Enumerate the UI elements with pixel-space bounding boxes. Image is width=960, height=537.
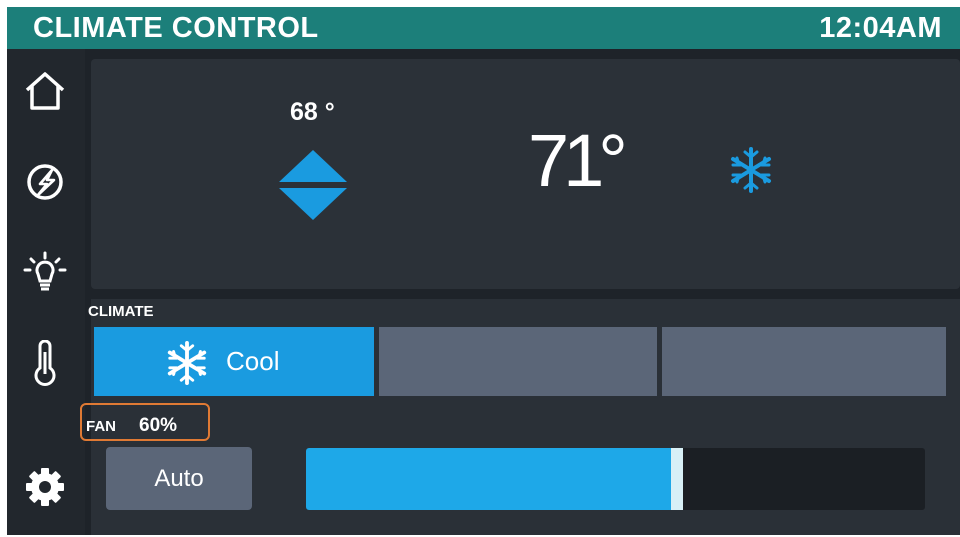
cool-mode-button[interactable]: Cool <box>94 327 374 396</box>
setpoint-up-arrow-icon[interactable] <box>279 150 347 182</box>
fan-auto-button[interactable]: Auto <box>106 447 252 510</box>
fan-speed-fill <box>306 448 677 510</box>
clock: 12:04AM <box>819 12 942 44</box>
mode-button-2[interactable] <box>379 327 657 396</box>
gear-icon <box>26 468 64 506</box>
cool-mode-label: Cool <box>226 346 280 376</box>
sidebar-item-climate[interactable] <box>17 335 73 391</box>
page-title: CLIMATE CONTROL <box>33 12 319 44</box>
climate-section-label: CLIMATE <box>88 303 154 320</box>
snowflake-icon <box>167 340 207 386</box>
snowflake-icon <box>731 147 771 193</box>
setpoint-down-arrow-icon[interactable] <box>279 188 347 220</box>
thermometer-icon <box>34 340 56 386</box>
sidebar-item-settings[interactable] <box>17 459 73 515</box>
current-temperature: 71° <box>528 119 628 202</box>
fan-value: 60% <box>139 415 178 436</box>
fan-label: FAN <box>86 418 116 435</box>
sidebar <box>7 49 85 535</box>
sidebar-item-lighting[interactable] <box>17 245 73 301</box>
mode-button-3[interactable] <box>662 327 946 396</box>
thermostat-panel <box>91 59 960 289</box>
home-icon <box>25 72 65 110</box>
fan-speed-handle[interactable] <box>671 448 683 510</box>
lightning-icon <box>27 164 63 200</box>
sidebar-item-power[interactable] <box>17 154 73 210</box>
setpoint-temperature: 68 ° <box>290 98 335 126</box>
fan-speed-slider[interactable] <box>306 448 925 510</box>
header-bar: CLIMATE CONTROL 12:04AM <box>7 7 960 49</box>
sidebar-item-home[interactable] <box>17 63 73 119</box>
lightbulb-icon <box>23 251 67 291</box>
